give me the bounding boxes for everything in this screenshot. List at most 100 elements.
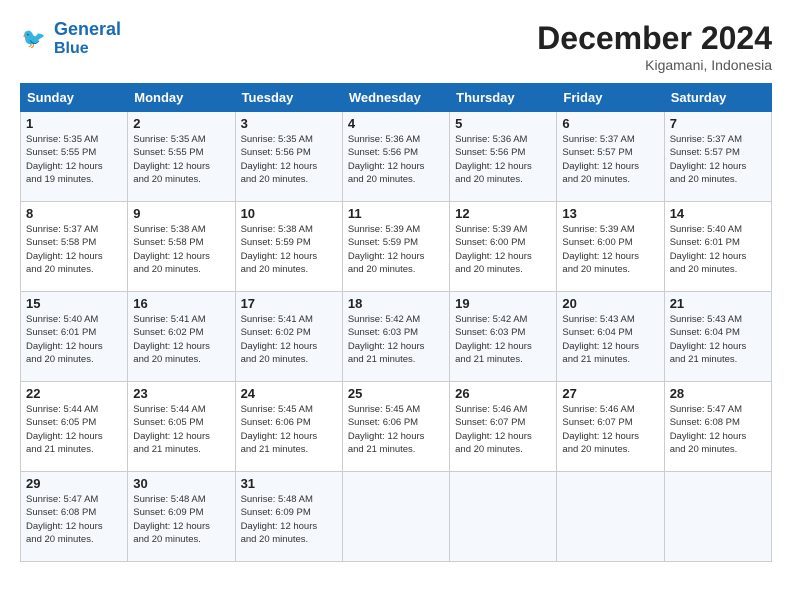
day-number: 26: [455, 386, 551, 401]
svg-text:🐦: 🐦: [22, 28, 46, 50]
day-number: 17: [241, 296, 337, 311]
day-info: Sunrise: 5:40 AM Sunset: 6:01 PM Dayligh…: [670, 223, 766, 276]
day-number: 6: [562, 116, 658, 131]
col-sunday: Sunday: [21, 84, 128, 112]
day-info: Sunrise: 5:35 AM Sunset: 5:55 PM Dayligh…: [26, 133, 122, 186]
day-number: 12: [455, 206, 551, 221]
day-number: 22: [26, 386, 122, 401]
day-number: 15: [26, 296, 122, 311]
day-info: Sunrise: 5:36 AM Sunset: 5:56 PM Dayligh…: [348, 133, 444, 186]
month-title: December 2024: [537, 20, 772, 57]
day-number: 5: [455, 116, 551, 131]
day-number: 24: [241, 386, 337, 401]
day-info: Sunrise: 5:45 AM Sunset: 6:06 PM Dayligh…: [348, 403, 444, 456]
day-info: Sunrise: 5:40 AM Sunset: 6:01 PM Dayligh…: [26, 313, 122, 366]
table-row: [342, 472, 449, 562]
table-row: [450, 472, 557, 562]
table-row: [557, 472, 664, 562]
table-row: 16 Sunrise: 5:41 AM Sunset: 6:02 PM Dayli…: [128, 292, 235, 382]
day-number: 18: [348, 296, 444, 311]
day-number: 29: [26, 476, 122, 491]
day-info: Sunrise: 5:43 AM Sunset: 6:04 PM Dayligh…: [670, 313, 766, 366]
day-info: Sunrise: 5:35 AM Sunset: 5:55 PM Dayligh…: [133, 133, 229, 186]
day-info: Sunrise: 5:44 AM Sunset: 6:05 PM Dayligh…: [26, 403, 122, 456]
title-section: December 2024 Kigamani, Indonesia: [537, 20, 772, 73]
table-row: 21 Sunrise: 5:43 AM Sunset: 6:04 PM Dayli…: [664, 292, 771, 382]
day-number: 11: [348, 206, 444, 221]
table-row: 3 Sunrise: 5:35 AM Sunset: 5:56 PM Daylig…: [235, 112, 342, 202]
day-number: 21: [670, 296, 766, 311]
table-row: 20 Sunrise: 5:43 AM Sunset: 6:04 PM Dayli…: [557, 292, 664, 382]
table-row: 30Sunrise: 5:48 AM Sunset: 6:09 PM Dayli…: [128, 472, 235, 562]
day-info: Sunrise: 5:42 AM Sunset: 6:03 PM Dayligh…: [348, 313, 444, 366]
day-number: 27: [562, 386, 658, 401]
calendar-row: 8 Sunrise: 5:37 AM Sunset: 5:58 PM Daylig…: [21, 202, 772, 292]
table-row: 10Sunrise: 5:38 AM Sunset: 5:59 PM Dayli…: [235, 202, 342, 292]
col-saturday: Saturday: [664, 84, 771, 112]
day-number: 25: [348, 386, 444, 401]
logo: 🐦 General Blue: [20, 20, 121, 57]
table-row: [664, 472, 771, 562]
table-row: 18 Sunrise: 5:42 AM Sunset: 6:03 PM Dayli…: [342, 292, 449, 382]
day-info: Sunrise: 5:46 AM Sunset: 6:07 PM Dayligh…: [562, 403, 658, 456]
col-wednesday: Wednesday: [342, 84, 449, 112]
calendar-row: 29 Sunrise: 5:47 AM Sunset: 6:08 PM Dayli…: [21, 472, 772, 562]
table-row: 6 Sunrise: 5:37 AM Sunset: 5:57 PM Daylig…: [557, 112, 664, 202]
col-tuesday: Tuesday: [235, 84, 342, 112]
day-info: Sunrise: 5:35 AM Sunset: 5:56 PM Dayligh…: [241, 133, 337, 186]
day-info: Sunrise: 5:37 AM Sunset: 5:58 PM Dayligh…: [26, 223, 122, 276]
day-info: Sunrise: 5:39 AM Sunset: 6:00 PM Dayligh…: [455, 223, 551, 276]
table-row: 22 Sunrise: 5:44 AM Sunset: 6:05 PM Dayli…: [21, 382, 128, 472]
table-row: 17Sunrise: 5:41 AM Sunset: 6:02 PM Dayli…: [235, 292, 342, 382]
day-info: Sunrise: 5:48 AM Sunset: 6:09 PM Dayligh…: [133, 493, 229, 546]
day-number: 2: [133, 116, 229, 131]
day-info: Sunrise: 5:43 AM Sunset: 6:04 PM Dayligh…: [562, 313, 658, 366]
day-info: Sunrise: 5:41 AM Sunset: 6:02 PM Dayligh…: [133, 313, 229, 366]
day-number: 3: [241, 116, 337, 131]
day-number: 1: [26, 116, 122, 131]
table-row: 1 Sunrise: 5:35 AM Sunset: 5:55 PM Daylig…: [21, 112, 128, 202]
table-row: 31Sunrise: 5:48 AM Sunset: 6:09 PM Dayli…: [235, 472, 342, 562]
table-row: 29 Sunrise: 5:47 AM Sunset: 6:08 PM Dayli…: [21, 472, 128, 562]
location: Kigamani, Indonesia: [537, 57, 772, 73]
table-row: 13 Sunrise: 5:39 AM Sunset: 6:00 PM Dayli…: [557, 202, 664, 292]
day-number: 28: [670, 386, 766, 401]
col-thursday: Thursday: [450, 84, 557, 112]
day-info: Sunrise: 5:38 AM Sunset: 5:59 PM Dayligh…: [241, 223, 337, 276]
calendar-row: 1 Sunrise: 5:35 AM Sunset: 5:55 PM Daylig…: [21, 112, 772, 202]
table-row: 4 Sunrise: 5:36 AM Sunset: 5:56 PM Daylig…: [342, 112, 449, 202]
day-info: Sunrise: 5:38 AM Sunset: 5:58 PM Dayligh…: [133, 223, 229, 276]
day-number: 13: [562, 206, 658, 221]
logo-text: General Blue: [54, 20, 121, 57]
day-number: 20: [562, 296, 658, 311]
table-row: 28 Sunrise: 5:47 AM Sunset: 6:08 PM Dayli…: [664, 382, 771, 472]
calendar-table: Sunday Monday Tuesday Wednesday Thursday…: [20, 83, 772, 562]
day-number: 4: [348, 116, 444, 131]
day-number: 16: [133, 296, 229, 311]
day-info: Sunrise: 5:44 AM Sunset: 6:05 PM Dayligh…: [133, 403, 229, 456]
day-info: Sunrise: 5:39 AM Sunset: 6:00 PM Dayligh…: [562, 223, 658, 276]
day-number: 14: [670, 206, 766, 221]
day-number: 9: [133, 206, 229, 221]
day-number: 8: [26, 206, 122, 221]
table-row: 26Sunrise: 5:46 AM Sunset: 6:07 PM Dayli…: [450, 382, 557, 472]
day-info: Sunrise: 5:37 AM Sunset: 5:57 PM Dayligh…: [562, 133, 658, 186]
calendar-header-row: Sunday Monday Tuesday Wednesday Thursday…: [21, 84, 772, 112]
day-info: Sunrise: 5:37 AM Sunset: 5:57 PM Dayligh…: [670, 133, 766, 186]
calendar-row: 15 Sunrise: 5:40 AM Sunset: 6:01 PM Dayli…: [21, 292, 772, 382]
table-row: 2 Sunrise: 5:35 AM Sunset: 5:55 PM Daylig…: [128, 112, 235, 202]
day-info: Sunrise: 5:36 AM Sunset: 5:56 PM Dayligh…: [455, 133, 551, 186]
page-header: 🐦 General Blue December 2024 Kigamani, I…: [20, 20, 772, 73]
col-friday: Friday: [557, 84, 664, 112]
day-info: Sunrise: 5:47 AM Sunset: 6:08 PM Dayligh…: [26, 493, 122, 546]
day-info: Sunrise: 5:45 AM Sunset: 6:06 PM Dayligh…: [241, 403, 337, 456]
table-row: 27 Sunrise: 5:46 AM Sunset: 6:07 PM Dayli…: [557, 382, 664, 472]
table-row: 14 Sunrise: 5:40 AM Sunset: 6:01 PM Dayli…: [664, 202, 771, 292]
table-row: 23 Sunrise: 5:44 AM Sunset: 6:05 PM Dayli…: [128, 382, 235, 472]
table-row: 15 Sunrise: 5:40 AM Sunset: 6:01 PM Dayli…: [21, 292, 128, 382]
day-info: Sunrise: 5:48 AM Sunset: 6:09 PM Dayligh…: [241, 493, 337, 546]
day-number: 23: [133, 386, 229, 401]
day-info: Sunrise: 5:47 AM Sunset: 6:08 PM Dayligh…: [670, 403, 766, 456]
table-row: 7Sunrise: 5:37 AM Sunset: 5:57 PM Daylig…: [664, 112, 771, 202]
table-row: 12 Sunrise: 5:39 AM Sunset: 6:00 PM Dayli…: [450, 202, 557, 292]
